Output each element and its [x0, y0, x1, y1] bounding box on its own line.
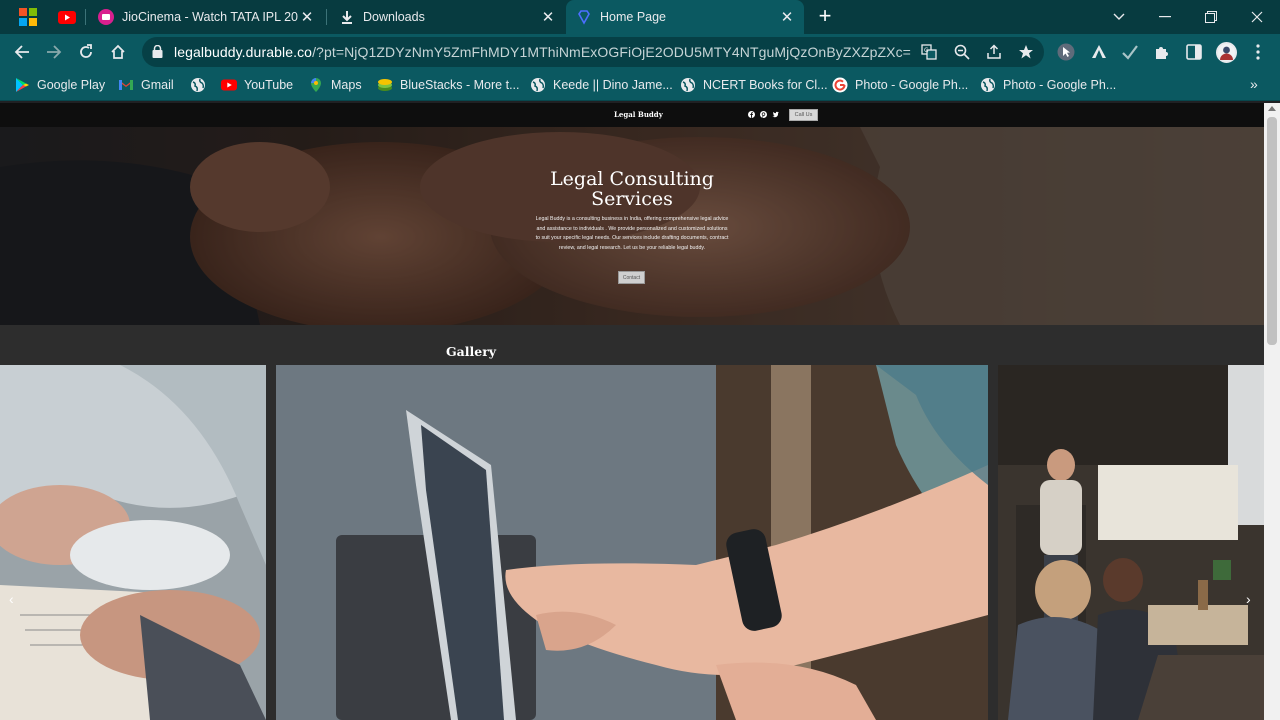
tab-title: Downloads [363, 10, 425, 24]
globe-icon [981, 78, 995, 92]
tab-downloads[interactable]: Downloads ✕ [329, 0, 565, 34]
page-viewport: Legal Buddy Call Us Legal Consulting Ser… [0, 103, 1264, 720]
checkmark-extension-icon[interactable] [1118, 40, 1142, 64]
bookmarks-bar: Google Play Gmail YouTube Maps BlueStack… [0, 70, 1280, 101]
vpn-extension-icon[interactable] [1087, 40, 1111, 64]
svg-text:G: G [924, 47, 929, 54]
home-button[interactable] [106, 40, 130, 64]
back-button[interactable] [10, 40, 34, 64]
bookmark-label: Gmail [141, 78, 174, 92]
forward-button[interactable] [42, 40, 66, 64]
menu-kebab-icon[interactable] [1246, 40, 1270, 64]
gallery-photo-presentation[interactable] [998, 365, 1264, 720]
close-window-button[interactable] [1234, 0, 1280, 34]
bookmark-label: BlueStacks - More t... [400, 78, 520, 92]
zoom-icon[interactable] [952, 42, 972, 62]
gallery-title: Gallery [446, 344, 497, 359]
team-presentation-photo [998, 365, 1264, 720]
scroll-up-arrow-icon[interactable] [1268, 106, 1276, 111]
site-navbar: Legal Buddy Call Us [0, 103, 1264, 127]
browser-toolbar: legalbuddy.durable.co/?pt=NjQ1ZDYzNmY5Zm… [0, 34, 1280, 70]
durable-diamond-icon [578, 10, 590, 25]
globe-icon [681, 78, 695, 92]
extensions-puzzle-icon[interactable] [1150, 40, 1174, 64]
bookmark-bluestacks[interactable]: BlueStacks - More t... [377, 76, 519, 94]
bookmark-gmail[interactable]: Gmail [118, 76, 174, 94]
hero-description: Legal Buddy is a consulting business in … [535, 216, 729, 251]
hero-section: Legal Consulting Services Legal Buddy is… [0, 127, 1264, 325]
tab-strip: JioCinema - Watch TATA IPL 2023 ✕ Downlo… [0, 0, 1280, 34]
bookmark-label: YouTube [244, 78, 294, 92]
url-text[interactable]: legalbuddy.durable.co/?pt=NjQ1ZDYzNmY5Zm… [174, 44, 911, 60]
share-icon[interactable] [984, 42, 1004, 62]
handshake-paperwork-photo [0, 365, 266, 720]
new-tab-button[interactable]: + [814, 5, 836, 28]
bookmark-photo-google-1[interactable]: Photo - Google Ph... [832, 76, 968, 94]
tab-title: JioCinema - Watch TATA IPL 2023 [122, 10, 298, 24]
minimize-button[interactable] [1142, 0, 1188, 34]
google-play-icon [16, 78, 29, 92]
bookmark-ncert[interactable]: NCERT Books for Cl... [680, 76, 828, 94]
globe-icon [531, 78, 545, 92]
gmail-icon [119, 80, 133, 90]
youtube-pinned-tab-icon[interactable] [58, 9, 76, 27]
site-brand[interactable]: Legal Buddy [614, 110, 663, 119]
reload-button[interactable] [74, 40, 98, 64]
bookmark-youtube[interactable]: YouTube [221, 76, 293, 94]
profile-avatar[interactable] [1216, 42, 1237, 63]
url-path: /?pt=NjQ1ZDYzNmY5ZmFhMDY1MThiNmExOGFiOjE… [312, 44, 911, 60]
bookmark-keede[interactable]: Keede || Dino Jame... [530, 76, 673, 94]
bookmark-maps[interactable]: Maps [308, 76, 362, 94]
gallery-photo-laptop[interactable] [276, 365, 988, 720]
page-scrollbar[interactable] [1264, 103, 1280, 720]
call-us-button[interactable]: Call Us [789, 109, 818, 121]
tab-title: Home Page [600, 10, 667, 24]
address-bar[interactable]: legalbuddy.durable.co/?pt=NjQ1ZDYzNmY5Zm… [142, 37, 1044, 67]
bookmark-globe[interactable] [190, 76, 213, 94]
bookmarks-overflow-icon[interactable]: » [1250, 76, 1258, 92]
tab-close-icon[interactable]: ✕ [298, 8, 316, 26]
pinterest-icon[interactable] [760, 111, 767, 118]
bookmark-google-play[interactable]: Google Play [14, 76, 105, 94]
globe-icon [191, 78, 205, 92]
tab-jiocinema[interactable]: JioCinema - Watch TATA IPL 2023 ✕ [88, 0, 324, 34]
gallery-photo-paperwork[interactable] [0, 365, 266, 720]
scrollbar-thumb[interactable] [1267, 117, 1277, 345]
twitter-icon[interactable] [772, 111, 779, 118]
facebook-icon[interactable] [748, 111, 755, 118]
bookmark-label: Google Play [37, 78, 106, 92]
google-icon [832, 77, 848, 93]
hero-title: Legal Consulting Services [550, 168, 714, 210]
bookmark-label: Keede || Dino Jame... [553, 78, 673, 92]
download-icon [342, 11, 352, 24]
restore-button[interactable] [1188, 0, 1234, 34]
translate-icon[interactable]: G [919, 42, 939, 62]
tab-search-icon[interactable] [1096, 0, 1142, 34]
tab-home-page[interactable]: Home Page ✕ [566, 0, 804, 34]
contact-button[interactable]: Contact [618, 271, 645, 284]
bookmark-label: Photo - Google Ph... [855, 78, 969, 92]
tab-close-icon[interactable]: ✕ [539, 8, 557, 26]
lock-icon[interactable] [152, 45, 163, 58]
youtube-icon [221, 79, 237, 91]
maps-icon [311, 78, 321, 92]
bluestacks-icon [378, 79, 392, 91]
windows-start-icon[interactable] [19, 8, 37, 26]
gallery-next-arrow[interactable]: › [1246, 592, 1251, 606]
gallery-prev-arrow[interactable]: ‹ [9, 592, 14, 606]
bookmark-photo-google-2[interactable]: Photo - Google Ph... [980, 76, 1116, 94]
side-panel-icon[interactable] [1182, 40, 1206, 64]
jiocinema-icon [98, 9, 114, 25]
cursor-extension-icon[interactable] [1054, 40, 1078, 64]
bookmark-star-icon[interactable] [1016, 42, 1036, 62]
url-host: legalbuddy.durable.co [174, 44, 313, 60]
bookmark-label: NCERT Books for Cl... [703, 78, 828, 92]
tab-close-icon[interactable]: ✕ [778, 8, 796, 26]
laptop-pointing-photo [276, 365, 988, 720]
bookmark-label: Maps [331, 78, 362, 92]
bookmark-label: Photo - Google Ph... [1003, 78, 1117, 92]
